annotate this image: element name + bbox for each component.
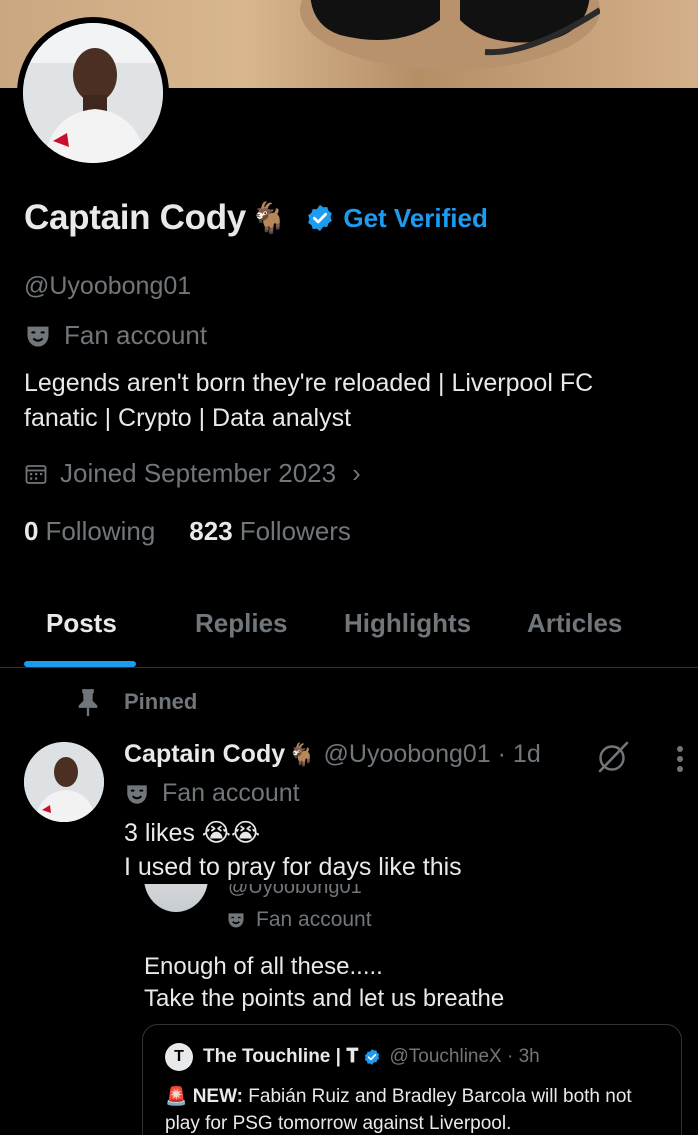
goat-emoji: 🐐 bbox=[249, 201, 288, 235]
post-body: 3 likes 😭😭 I used to pray for days like … bbox=[124, 816, 462, 884]
quoted-author-handle-time: @TouchlineX · 3h bbox=[389, 1046, 540, 1067]
embedded-post[interactable]: @Uyoobong01 Fan account Enough of all th… bbox=[124, 884, 698, 1135]
more-options-icon[interactable] bbox=[675, 744, 685, 774]
chevron-right-icon: › bbox=[352, 458, 361, 488]
banner-photo-sunglasses bbox=[300, 0, 600, 70]
profile-tabs: Posts Replies Highlights Articles bbox=[0, 588, 698, 668]
verified-badge-icon bbox=[365, 1049, 380, 1065]
following-label: Following bbox=[45, 516, 156, 546]
new-label: NEW: bbox=[192, 1086, 244, 1107]
goat-emoji-small: 🐐 bbox=[288, 741, 316, 767]
post-affiliation-label: Fan account bbox=[162, 779, 300, 807]
embedded-text-line: Take the points and let us breathe bbox=[144, 985, 505, 1012]
quoted-post-body: 🚨 NEW: Fabián Ruiz and Bradley Barcola w… bbox=[165, 1083, 665, 1135]
get-verified-link[interactable]: Get Verified bbox=[343, 203, 488, 234]
calendar-icon bbox=[25, 464, 47, 484]
following-link[interactable]: 0 Following bbox=[24, 516, 155, 547]
tab-posts[interactable]: Posts bbox=[46, 608, 117, 639]
grok-icon[interactable] bbox=[596, 740, 630, 774]
theater-mask-icon bbox=[228, 913, 244, 928]
joined-label: Joined September 2023 bbox=[60, 458, 337, 488]
verified-badge-icon[interactable] bbox=[305, 203, 335, 233]
quoted-author-name: The Touchline | 𝐓 bbox=[203, 1046, 359, 1067]
followers-label: Followers bbox=[239, 516, 351, 546]
pinned-label: Pinned bbox=[124, 689, 198, 714]
embedded-affiliation-label: Fan account bbox=[256, 908, 372, 931]
post-text-line: 3 likes 😭😭 bbox=[124, 819, 261, 847]
tab-articles[interactable]: Articles bbox=[527, 608, 622, 639]
active-tab-indicator bbox=[24, 661, 136, 667]
profile-affiliation[interactable]: Fan account bbox=[24, 320, 207, 351]
embedded-post-body: Enough of all these..... Take the points… bbox=[144, 951, 504, 1015]
follow-stats: 0 Following 823 Followers bbox=[24, 516, 385, 547]
pin-icon bbox=[78, 689, 98, 716]
followers-count: 823 bbox=[189, 516, 233, 546]
quoted-post-card[interactable]: T The Touchline | 𝐓 @TouchlineX · 3h 🚨 N… bbox=[142, 1024, 682, 1135]
following-count: 0 bbox=[24, 516, 39, 546]
siren-emoji: 🚨 bbox=[165, 1086, 188, 1106]
theater-mask-icon bbox=[27, 326, 49, 346]
tab-highlights[interactable]: Highlights bbox=[344, 608, 471, 639]
theater-mask-icon bbox=[127, 784, 147, 804]
pinned-indicator: Pinned bbox=[76, 688, 197, 716]
quoted-author-avatar: T bbox=[165, 1043, 193, 1071]
embedded-author-avatar bbox=[144, 884, 208, 912]
quoted-post-header: T The Touchline | 𝐓 @TouchlineX · 3h bbox=[165, 1043, 540, 1071]
profile-name-row: Captain Cody 🐐 Get Verified bbox=[24, 198, 488, 238]
profile-handle: @Uyoobong01 bbox=[24, 272, 192, 300]
tab-replies[interactable]: Replies bbox=[195, 608, 288, 639]
affiliation-label: Fan account bbox=[64, 320, 208, 350]
profile-bio: Legends aren't born they're reloaded | L… bbox=[24, 369, 594, 432]
post-author-affiliation: Fan account bbox=[124, 779, 300, 808]
embedded-author-affiliation: Fan account bbox=[226, 908, 372, 932]
avatar-photo-small bbox=[24, 742, 104, 822]
avatar-photo bbox=[23, 23, 163, 163]
profile-name: Captain Cody bbox=[24, 198, 246, 237]
profile-avatar[interactable] bbox=[17, 17, 169, 169]
joined-date[interactable]: Joined September 2023 › bbox=[24, 458, 361, 489]
post-author-handle-time[interactable]: @Uyoobong01 · 1d bbox=[324, 740, 541, 769]
followers-link[interactable]: 823 Followers bbox=[189, 516, 351, 547]
post-header: Captain Cody 🐐 @Uyoobong01 · 1d bbox=[124, 740, 541, 769]
embedded-author-handle: @Uyoobong01 bbox=[228, 884, 362, 898]
post-text-line: I used to pray for days like this bbox=[124, 853, 462, 881]
post-author-avatar[interactable] bbox=[24, 742, 104, 822]
embedded-text-line: Enough of all these..... bbox=[144, 953, 383, 980]
post-author-name[interactable]: Captain Cody bbox=[124, 740, 285, 769]
